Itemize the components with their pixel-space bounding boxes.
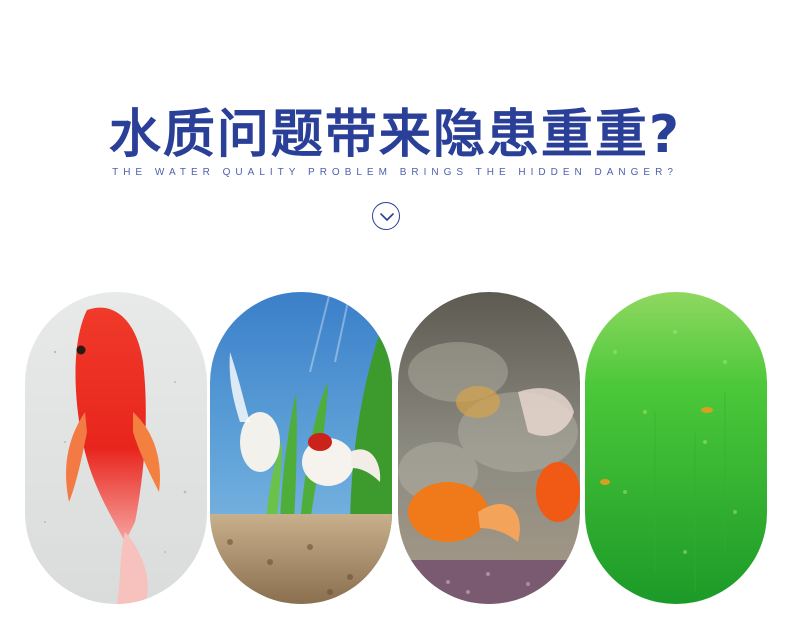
diseased-red-goldfish-photo xyxy=(25,292,207,604)
cloudy-water-goldfish-photo xyxy=(398,292,580,604)
green-algae-water-photo xyxy=(585,292,767,604)
page-subtitle: THE WATER QUALITY PROBLEM BRINGS THE HID… xyxy=(112,167,678,178)
page-title: 水质问题带来隐患重重? xyxy=(108,105,682,165)
goldfish-aquarium-plants-photo xyxy=(210,292,392,604)
chevron-down-circle-icon[interactable] xyxy=(372,202,400,230)
